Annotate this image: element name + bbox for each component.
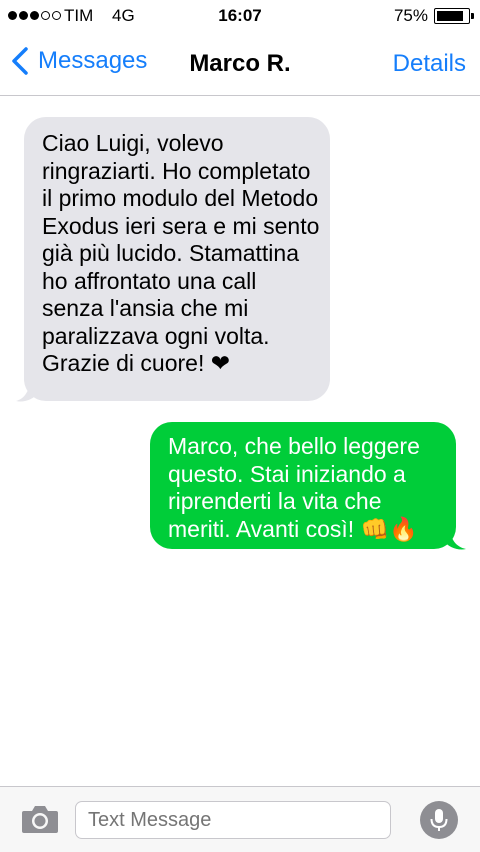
received-message-bubble[interactable]: Ciao Luigi, volevo ringraziarti. Ho comp… xyxy=(24,117,330,401)
conversation-title[interactable]: Marco R. xyxy=(189,50,290,77)
message-thread[interactable]: Ciao Luigi, volevo ringraziarti. Ho comp… xyxy=(0,97,480,786)
battery-icon xyxy=(434,8,474,24)
back-button-label: Messages xyxy=(38,47,148,74)
chevron-left-icon xyxy=(12,47,28,75)
microphone-icon[interactable] xyxy=(420,801,458,839)
message-input-bar xyxy=(0,786,480,852)
navigation-bar: Messages Marco R. Details xyxy=(0,32,480,96)
text-message-input[interactable] xyxy=(75,801,391,839)
details-button[interactable]: Details xyxy=(393,50,466,78)
battery-percentage: 75% xyxy=(393,6,428,25)
status-bar: TIM 4G 16:07 75% xyxy=(0,0,480,32)
back-button[interactable]: Messages xyxy=(10,46,147,76)
sent-message-bubble[interactable]: Marco, che bello leggere questo. Stai in… xyxy=(150,422,456,549)
camera-icon[interactable] xyxy=(20,803,60,835)
